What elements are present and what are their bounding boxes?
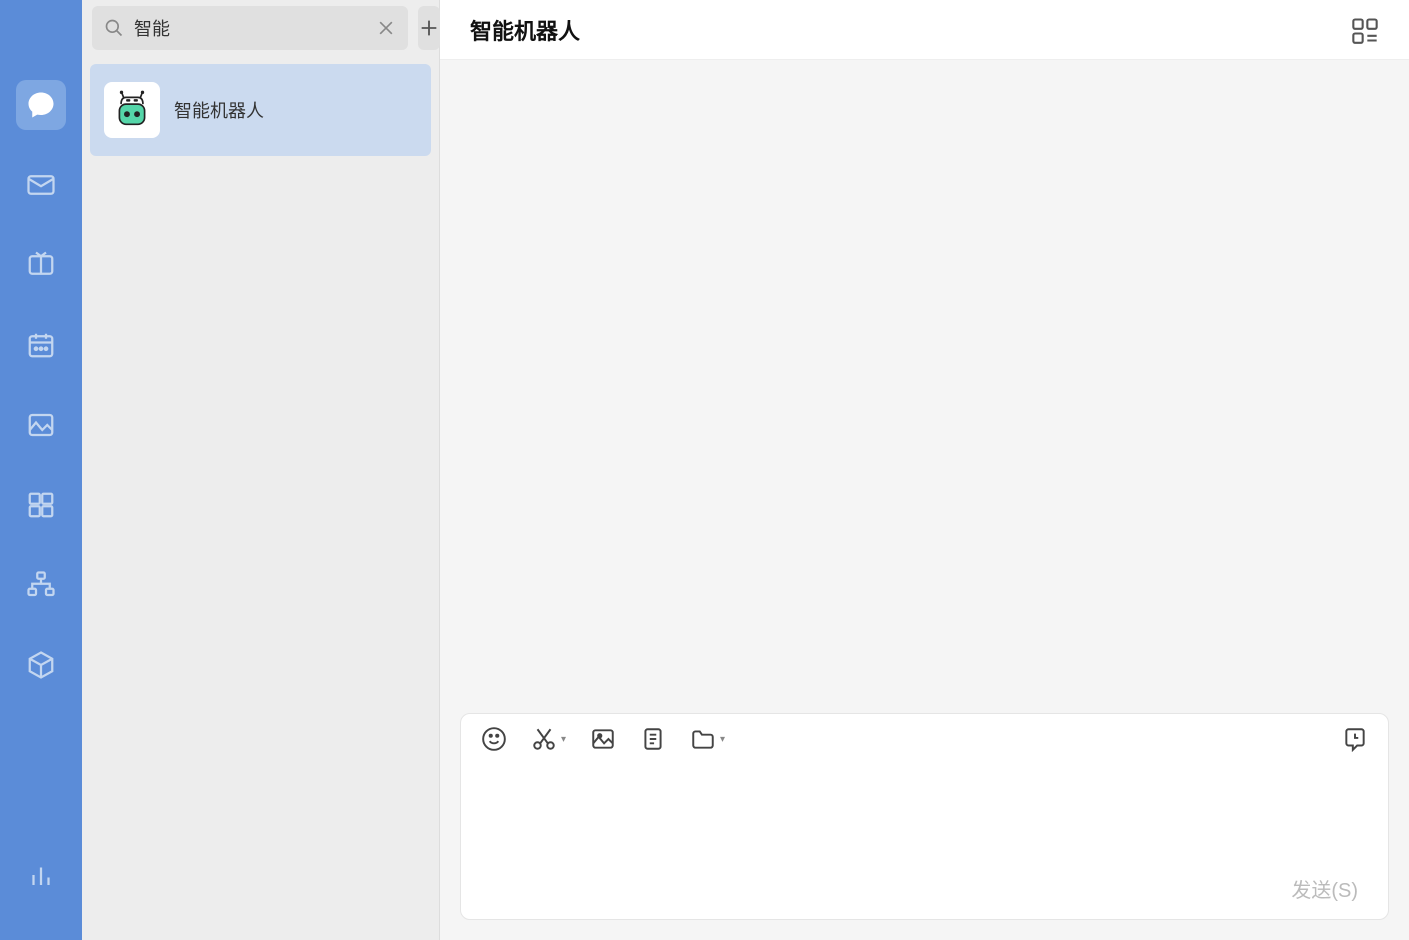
chevron-down-icon: ▾ <box>720 734 725 745</box>
panel-list-icon <box>1351 16 1379 44</box>
file-button[interactable]: ▾ <box>690 726 725 752</box>
message-area <box>440 60 1409 693</box>
search-icon <box>104 18 124 38</box>
send-button[interactable]: 发送(S) <box>1291 874 1358 903</box>
chat-avatar <box>104 82 160 138</box>
document-icon <box>640 726 666 752</box>
nav-chat[interactable] <box>16 80 66 130</box>
nav-images[interactable] <box>16 400 66 450</box>
composer-footer: 发送(S) <box>461 864 1388 919</box>
screenshot-button[interactable]: ▾ <box>531 726 566 752</box>
mail-icon <box>26 170 56 200</box>
composer: ▾ ▾ 发送(S) <box>460 713 1389 920</box>
sidebar: 智能机器人 <box>82 0 440 940</box>
chevron-down-icon: ▾ <box>561 734 566 745</box>
header-actions <box>1351 16 1379 44</box>
nav-workspace[interactable] <box>16 240 66 290</box>
app-panel-button[interactable] <box>1351 16 1379 44</box>
search-input[interactable] <box>134 18 366 39</box>
robot-icon <box>111 89 153 131</box>
cube-icon <box>26 650 56 680</box>
nav-apps[interactable] <box>16 480 66 530</box>
nav-cube[interactable] <box>16 640 66 690</box>
add-button[interactable] <box>418 6 440 50</box>
nav-mail[interactable] <box>16 160 66 210</box>
history-chat-icon <box>1342 726 1368 752</box>
main-title: 智能机器人 <box>470 14 580 46</box>
search-row <box>82 0 439 56</box>
clear-search-button[interactable] <box>376 18 396 38</box>
pin-icon <box>26 250 56 280</box>
main-area: 智能机器人 ▾ ▾ <box>440 0 1409 940</box>
composer-toolbar: ▾ ▾ <box>461 714 1388 764</box>
apps-grid-icon <box>26 490 56 520</box>
nav-rail <box>0 0 82 940</box>
history-button[interactable] <box>1342 726 1368 752</box>
close-icon <box>376 18 396 38</box>
picture-icon <box>590 726 616 752</box>
chat-list: 智能机器人 <box>82 56 439 940</box>
smile-icon <box>481 726 507 752</box>
image-icon <box>26 410 56 440</box>
emoji-button[interactable] <box>481 726 507 752</box>
nav-org[interactable] <box>16 560 66 610</box>
chat-list-item[interactable]: 智能机器人 <box>90 64 431 156</box>
nav-calendar[interactable] <box>16 320 66 370</box>
folder-icon <box>690 726 716 752</box>
org-chart-icon <box>26 570 56 600</box>
nav-stats[interactable] <box>16 850 66 900</box>
plus-icon <box>418 17 440 39</box>
scissors-icon <box>531 726 557 752</box>
image-button[interactable] <box>590 726 616 752</box>
bar-chart-icon <box>26 860 56 890</box>
calendar-icon <box>26 330 56 360</box>
main-header: 智能机器人 <box>440 0 1409 60</box>
chat-item-name: 智能机器人 <box>174 97 264 123</box>
card-button[interactable] <box>640 726 666 752</box>
search-box[interactable] <box>92 6 408 50</box>
message-input[interactable] <box>461 764 1388 864</box>
chat-bubble-icon <box>26 90 56 120</box>
